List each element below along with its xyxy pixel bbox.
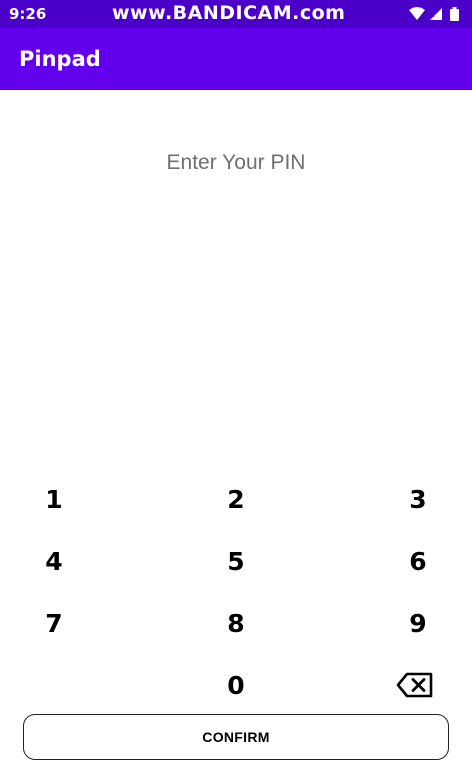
battery-icon [450,7,459,21]
app-bar: Pinpad [0,28,472,90]
status-time: 9:26 [9,5,47,23]
pin-prompt: Enter Your PIN [166,151,306,174]
key-1[interactable]: 1 [14,474,94,524]
app-title: Pinpad [19,47,101,71]
signal-icon: x [430,8,442,20]
key-7[interactable]: 7 [14,598,94,648]
recording-watermark: www.BANDICAM.com [112,2,346,24]
key-6[interactable]: 6 [378,536,458,586]
key-5[interactable]: 5 [196,536,276,586]
status-icons: x [408,6,464,22]
key-9[interactable]: 9 [378,598,458,648]
confirm-button[interactable]: CONFIRM [23,714,449,760]
key-4[interactable]: 4 [14,536,94,586]
key-8[interactable]: 8 [196,598,276,648]
key-0[interactable]: 0 [196,660,276,710]
backspace-button[interactable] [375,660,455,710]
status-bar: 9:26 www.BANDICAM.com x [0,0,472,28]
wifi-icon [409,7,425,20]
key-3[interactable]: 3 [378,474,458,524]
backspace-icon [396,672,433,698]
svg-text:x: x [430,10,435,19]
key-2[interactable]: 2 [196,474,276,524]
